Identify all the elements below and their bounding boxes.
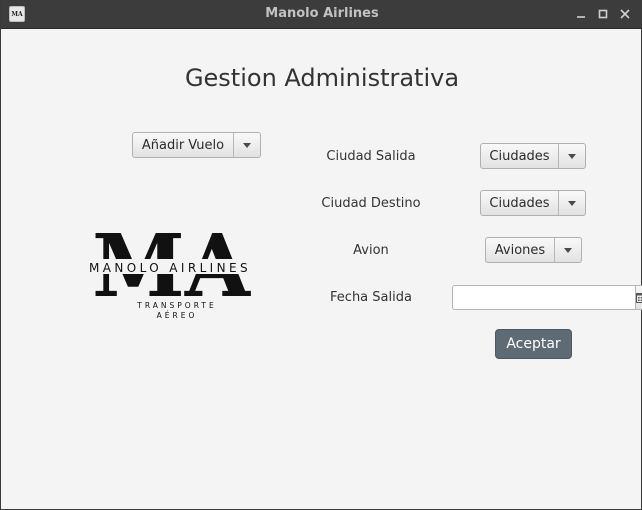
origin-city-value: Ciudades [489,148,550,164]
window-title: Manolo Airlines [265,6,379,21]
app-window: MA Manolo Airlines Gestion Administrativ… [0,0,642,510]
origin-city-select[interactable]: Ciudades [480,143,586,169]
destination-city-select[interactable]: Ciudades [480,190,586,216]
title-bar[interactable]: MA Manolo Airlines [1,0,642,29]
add-flight-label: Añadir Vuelo [141,137,225,153]
accept-button[interactable]: Aceptar [495,329,572,359]
chevron-down-icon[interactable] [558,144,585,168]
plane-value: Aviones [494,242,546,258]
chevron-down-icon[interactable] [554,238,581,262]
logo-name: MANOLO AIRLINES [89,261,251,275]
departure-date-input[interactable] [452,285,635,310]
minimize-icon[interactable] [573,6,589,22]
main-content: Gestion Administrativa Añadir Vuelo MA M… [1,28,642,509]
chevron-down-icon[interactable] [558,191,585,215]
maximize-icon[interactable] [595,6,611,22]
destination-city-label: Ciudad Destino [321,196,421,211]
logo-tagline-1: TRANSPORTE [136,301,216,310]
calendar-icon[interactable] [635,285,642,310]
departure-date-picker [452,285,642,310]
close-icon[interactable] [617,6,633,22]
logo-tagline-2: AÉREO [157,311,198,320]
plane-select[interactable]: Aviones [485,237,582,263]
add-flight-menu-button[interactable]: Añadir Vuelo [132,132,261,158]
destination-city-value: Ciudades [489,195,550,211]
origin-city-label: Ciudad Salida [326,149,416,164]
plane-label: Avion [353,243,389,258]
manolo-airlines-logo: MA MANOLO AIRLINES TRANSPORTE AÉREO [59,216,281,328]
departure-date-label: Fecha Salida [330,290,412,305]
chevron-down-icon[interactable] [233,133,260,157]
page-title: Gestion Administrativa [184,64,460,92]
